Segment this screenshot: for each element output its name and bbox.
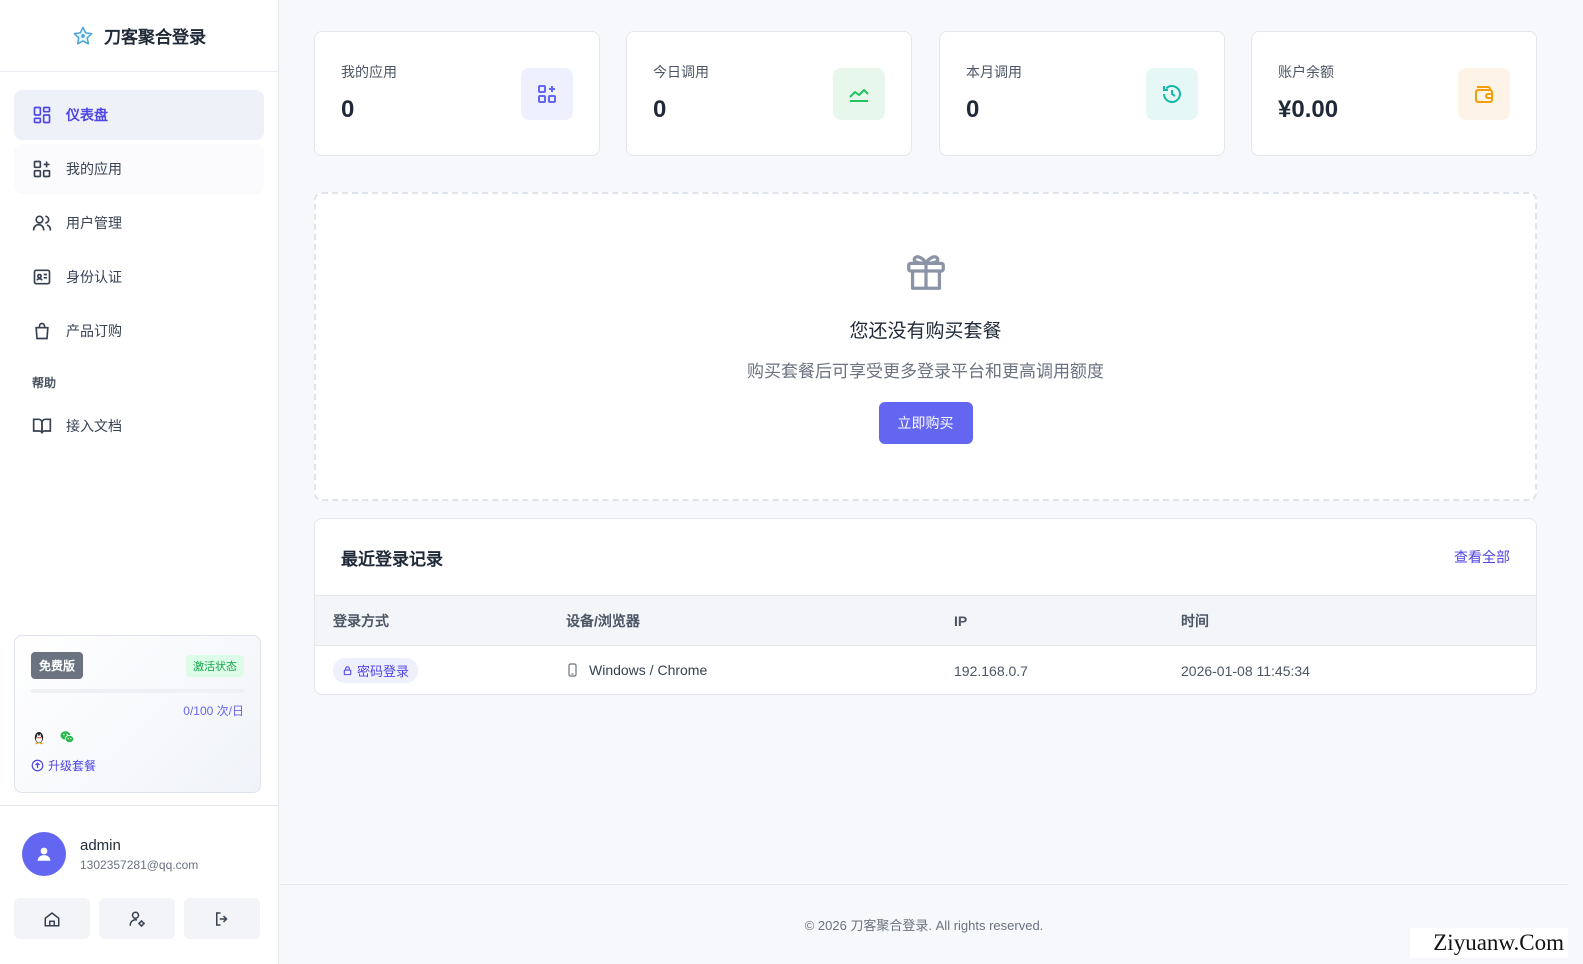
user-profile: admin 1302357281@qq.com xyxy=(22,832,198,876)
column-header-time[interactable]: 时间 xyxy=(1181,611,1536,631)
plan-badge: 免费版 xyxy=(31,652,84,679)
avatar[interactable] xyxy=(22,832,66,876)
stat-card-my-apps[interactable]: 我的应用 0 xyxy=(314,31,600,156)
sidebar-item-label: 仪表盘 xyxy=(66,107,108,123)
upgrade-plan-label: 升级套餐 xyxy=(48,759,97,773)
quota-progress-bar xyxy=(31,689,244,693)
user-name: admin xyxy=(80,836,121,854)
quota-text: 0/100 次/日 xyxy=(183,704,244,718)
sidebar-nav: 仪表盘 我的应用 用户管理 身份认证 产品订购 帮助 接入文档 xyxy=(0,72,278,451)
arrow-up-circle-icon xyxy=(31,759,44,772)
wechat-icon xyxy=(59,729,75,745)
time-cell: 2026-01-08 11:45:34 xyxy=(1181,662,1310,679)
sidebar-item-label: 产品订购 xyxy=(66,323,122,339)
qq-icon xyxy=(31,729,47,745)
logout-icon xyxy=(213,910,231,928)
sidebar-item-users[interactable]: 用户管理 xyxy=(14,198,264,248)
column-header-ip[interactable]: IP xyxy=(954,613,1181,629)
shopping-bag-icon xyxy=(32,321,52,341)
device-cell: Windows / Chrome xyxy=(566,662,707,678)
login-method-tag: 密码登录 xyxy=(333,658,419,683)
mobile-device-icon xyxy=(566,662,579,677)
sidebar-item-identity[interactable]: 身份认证 xyxy=(14,252,264,302)
login-method-label: 密码登录 xyxy=(357,664,410,679)
buy-now-button[interactable]: 立即购买 xyxy=(878,402,973,444)
plan-card: 免费版 激活状态 0/100 次/日 升级套餐 xyxy=(14,635,261,793)
logout-button[interactable] xyxy=(184,898,260,939)
recent-logins-card: 最近登录记录 查看全部 登录方式 设备/浏览器 IP 时间 密码登录 Windo… xyxy=(314,518,1537,695)
sidebar-divider xyxy=(0,805,279,806)
home-button[interactable] xyxy=(14,898,90,939)
stat-card-balance[interactable]: 账户余额 ¥0.00 xyxy=(1251,31,1537,156)
users-icon xyxy=(32,213,52,233)
book-icon xyxy=(32,416,52,436)
user-settings-button[interactable] xyxy=(99,898,175,939)
sidebar-footer-actions xyxy=(14,898,260,939)
sidebar-item-docs[interactable]: 接入文档 xyxy=(14,401,264,451)
sidebar: 刀客聚合登录 仪表盘 我的应用 用户管理 身份认证 产品订购 帮助 接入文档 免… xyxy=(0,0,279,964)
user-settings-icon xyxy=(128,910,146,928)
sidebar-item-label: 用户管理 xyxy=(66,215,122,231)
nav-section-help: 帮助 xyxy=(32,376,57,390)
upgrade-plan-link[interactable]: 升级套餐 xyxy=(31,757,244,774)
page-footer: © 2026 刀客聚合登录. All rights reserved. xyxy=(280,884,1568,964)
sidebar-item-label: 接入文档 xyxy=(66,418,122,434)
records-title: 最近登录记录 xyxy=(341,549,443,569)
apps-add-icon xyxy=(521,68,573,120)
stat-card-month-calls[interactable]: 本月调用 0 xyxy=(939,31,1225,156)
apps-add-icon xyxy=(32,159,52,179)
empty-description: 购买套餐后可享受更多登录平台和更高调用额度 xyxy=(747,362,1104,381)
sidebar-item-label: 我的应用 xyxy=(66,161,122,177)
table-row[interactable]: 密码登录 Windows / Chrome 192.168.0.7 2026-0… xyxy=(315,646,1536,694)
id-card-icon xyxy=(32,267,52,287)
ip-cell: 192.168.0.7 xyxy=(954,662,1028,679)
device-label: Windows / Chrome xyxy=(589,661,708,678)
star-logo-icon xyxy=(72,25,94,47)
lock-icon xyxy=(342,665,353,676)
trend-line-icon xyxy=(833,68,885,120)
user-email: 1302357281@qq.com xyxy=(80,857,199,872)
sidebar-item-orders[interactable]: 产品订购 xyxy=(14,306,264,356)
sidebar-item-label: 身份认证 xyxy=(66,269,122,285)
watermark-text: Ziyuanw.Com xyxy=(1410,928,1568,958)
brand-name: 刀客聚合登录 xyxy=(104,28,206,47)
copyright-text: © 2026 刀客聚合登录. All rights reserved. xyxy=(804,918,1044,933)
wallet-icon xyxy=(1458,68,1510,120)
table-header: 登录方式 设备/浏览器 IP 时间 xyxy=(315,596,1536,646)
empty-plan-card: 您还没有购买套餐 购买套餐后可享受更多登录平台和更高调用额度 立即购买 xyxy=(314,192,1537,501)
stat-card-today-calls[interactable]: 今日调用 0 xyxy=(626,31,912,156)
view-all-link[interactable]: 查看全部 xyxy=(1454,547,1510,567)
brand[interactable]: 刀客聚合登录 xyxy=(0,0,278,72)
column-header-method[interactable]: 登录方式 xyxy=(315,611,566,631)
column-header-device[interactable]: 设备/浏览器 xyxy=(566,611,954,631)
status-badge: 激活状态 xyxy=(186,654,244,677)
platform-icons xyxy=(31,729,244,745)
gift-icon xyxy=(903,248,949,294)
empty-title: 您还没有购买套餐 xyxy=(849,321,1002,342)
home-icon xyxy=(43,910,61,928)
sidebar-item-my-apps[interactable]: 我的应用 xyxy=(14,144,264,194)
history-icon xyxy=(1146,68,1198,120)
dashboard-icon xyxy=(32,105,52,125)
sidebar-item-dashboard[interactable]: 仪表盘 xyxy=(14,90,264,140)
